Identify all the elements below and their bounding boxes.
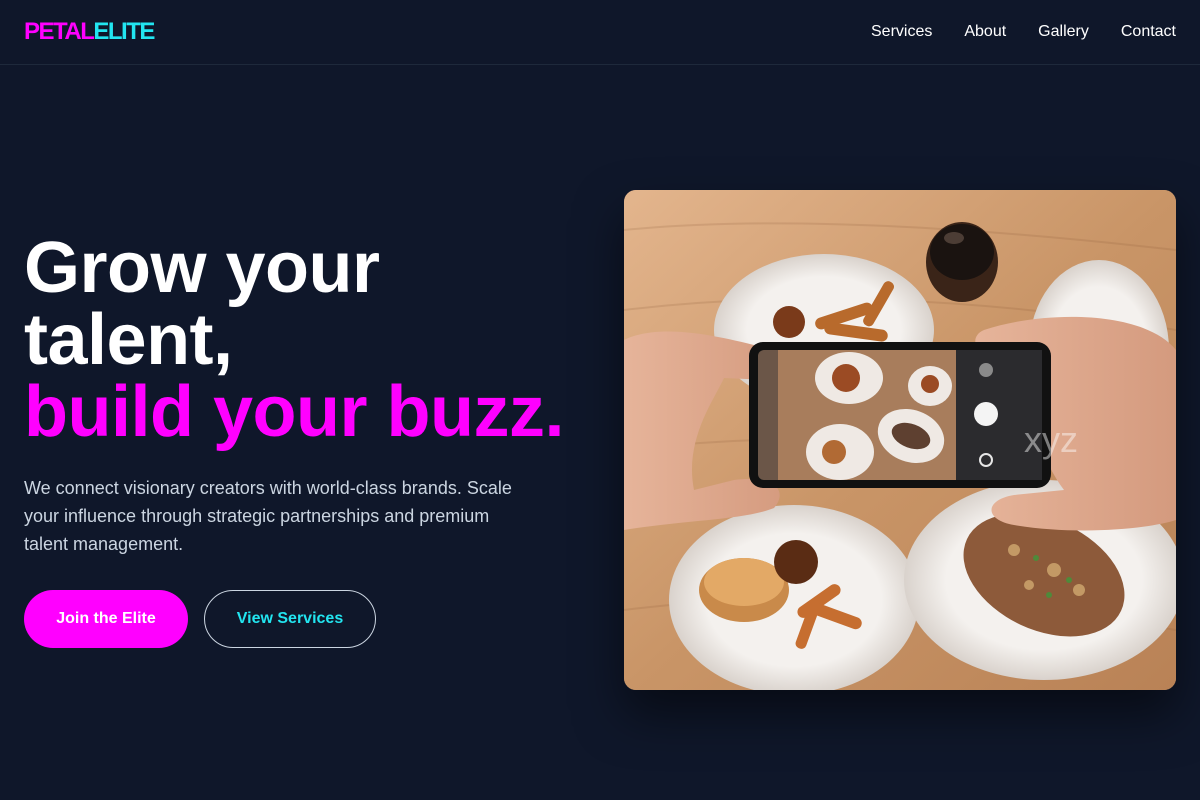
nav-link-about[interactable]: About — [964, 23, 1006, 41]
view-services-button[interactable]: View Services — [204, 590, 376, 648]
site-header: PETALELITE Services About Gallery Contac… — [0, 0, 1200, 65]
main-nav: Services About Gallery Contact — [871, 23, 1176, 41]
image-watermark: xyz — [1024, 419, 1078, 460]
headline-line-2: build your buzz. — [24, 372, 564, 452]
hero-section: Grow your talent, build your buzz. We co… — [24, 232, 604, 648]
hero-headline: Grow your talent, build your buzz. — [24, 232, 604, 448]
nav-link-gallery[interactable]: Gallery — [1038, 23, 1089, 41]
cta-row: Join the Elite View Services — [24, 590, 604, 648]
food-photo-illustration: xyz — [624, 190, 1176, 690]
brand-logo[interactable]: PETALELITE — [24, 18, 155, 46]
logo-part-elite: ELITE — [93, 18, 155, 45]
nav-link-services[interactable]: Services — [871, 23, 932, 41]
hero-photo: xyz — [624, 190, 1176, 690]
nav-link-contact[interactable]: Contact — [1121, 23, 1176, 41]
hero-lead-text: We connect visionary creators with world… — [24, 478, 512, 554]
logo-part-petal: PETAL — [24, 18, 95, 45]
join-elite-button[interactable]: Join the Elite — [24, 590, 188, 648]
headline-line-1: Grow your talent, — [24, 228, 380, 380]
